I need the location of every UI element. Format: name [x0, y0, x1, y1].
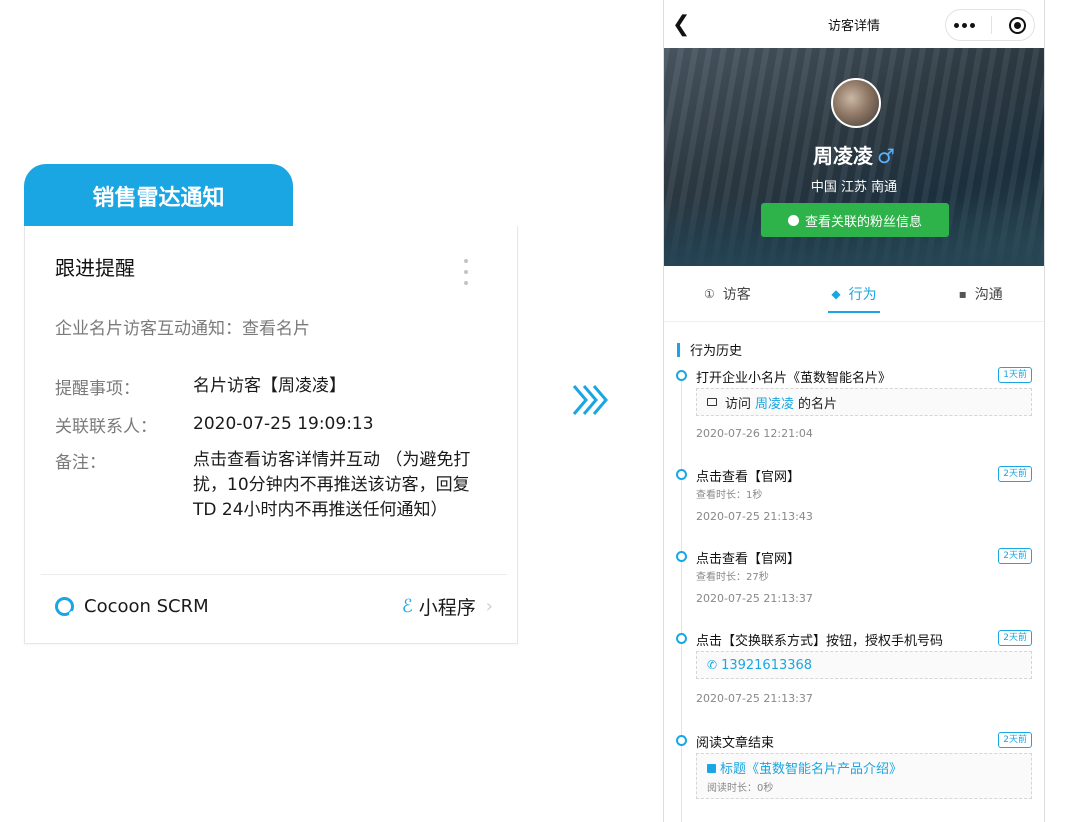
reminder-row: 提醒事项： 名片访客【周凌凌】: [55, 374, 493, 399]
mini-program-label: 小程序: [418, 596, 476, 619]
back-icon[interactable]: ❮: [672, 12, 690, 37]
behavior-history: 行为历史 打开企业小名片《茧数智能名片》 1天前 访问 周凌凌 的名片 2020…: [664, 322, 1044, 822]
contact-value: 2020-07-25 19:09:13: [193, 414, 374, 434]
cocoon-logo-icon: [55, 596, 75, 617]
event-badge: 1天前: [998, 367, 1032, 383]
more-dots-icon[interactable]: [954, 22, 976, 28]
event-title: 打开企业小名片《茧数智能名片》: [696, 371, 892, 386]
brand-name: Cocoon SCRM: [84, 595, 209, 617]
reminder-value: 名片访客【周凌凌】: [193, 376, 346, 396]
visitor-location: 中国 江苏 南通: [810, 180, 898, 195]
tab-communication[interactable]: ▪ 沟通: [917, 266, 1044, 321]
event-badge: 2天前: [998, 732, 1032, 748]
nav-title: 访客详情: [827, 18, 880, 34]
event-badge: 2天前: [998, 548, 1032, 564]
mini-program-icon: ℰ: [401, 595, 413, 617]
event-badge: 2天前: [998, 630, 1032, 646]
card-subtitle: 企业名片访客互动通知：查看名片: [55, 319, 310, 339]
timeline-dot: [676, 551, 687, 562]
card-title: 跟进提醒: [55, 256, 135, 280]
article-box[interactable]: 标题《茧数智能名片产品介绍》 阅读时长：0秒: [696, 753, 1032, 799]
event-time: 2020-07-25 21:13:43: [696, 510, 813, 523]
event-title: 点击查看【官网】: [696, 552, 801, 567]
mini-program-capsule[interactable]: [945, 9, 1035, 41]
chevron-right-icon: ›: [485, 595, 493, 617]
profile-header: 周凌凌 ♂ 中国 江苏 南通 查看关联的粉丝信息: [664, 48, 1044, 266]
read-duration: 阅读时长：0秒: [707, 783, 774, 794]
phone-number[interactable]: 13921613368: [721, 658, 812, 673]
timeline-event[interactable]: 点击查看【官网】 2天前 查看时长：1秒 2020-07-25 21:13:43: [664, 466, 1032, 526]
event-title: 阅读文章结束: [696, 736, 775, 751]
brand: Cocoon SCRM: [55, 596, 209, 617]
card-divider: [41, 574, 507, 575]
event-detail-box[interactable]: 访问 周凌凌 的名片: [696, 388, 1032, 416]
chat-icon: [787, 214, 799, 226]
cube-icon: ◆: [831, 286, 841, 301]
section-title: 行为历史: [677, 340, 742, 359]
visitor-link[interactable]: 周凌凌: [755, 393, 794, 412]
male-icon: ♂: [877, 144, 895, 168]
event-time: 2020-07-25 21:13:37: [696, 592, 813, 605]
card-icon: [707, 398, 717, 406]
tab-visitor[interactable]: ① 访客: [664, 266, 791, 321]
timeline-event[interactable]: 阅读文章结束 2天前 标题《茧数智能名片产品介绍》 阅读时长：0秒: [664, 732, 1032, 812]
article-title[interactable]: 标题《茧数智能名片产品介绍》: [707, 758, 902, 777]
remark-value: 点击查看访客详情并互动 （为避免打扰，10分钟内不再推送该访客，回复TD 24小…: [193, 450, 471, 520]
phone-number-box[interactable]: ✆ 13921613368: [696, 651, 1032, 679]
avatar: [831, 78, 881, 128]
contact-key: 关联联系人：: [55, 417, 157, 437]
timeline-dot: [676, 469, 687, 480]
visitor-name: 周凌凌 ♂: [813, 144, 895, 168]
contact-row: 关联联系人： 2020-07-25 19:09:13: [55, 412, 493, 437]
visitor-icon: ①: [703, 286, 715, 301]
event-title: 点击【交换联系方式】按钮，授权手机号码: [696, 634, 944, 649]
remark-row: 备注： 点击查看访客详情并互动 （为避免打扰，10分钟内不再推送该访客，回复TD…: [55, 448, 493, 523]
notification-tag: 销售雷达通知: [24, 164, 293, 227]
card-footer[interactable]: Cocoon SCRM ℰ 小程序 ›: [55, 590, 493, 622]
chat-bubbles-icon: ▪: [958, 286, 967, 301]
view-fans-button[interactable]: 查看关联的粉丝信息: [761, 203, 949, 237]
timeline-event[interactable]: 点击【交换联系方式】按钮，授权手机号码 2天前 ✆ 13921613368 20…: [664, 630, 1032, 710]
timeline-dot: [676, 633, 687, 644]
remark-key: 备注：: [55, 453, 106, 473]
timeline-event[interactable]: 打开企业小名片《茧数智能名片》 1天前 访问 周凌凌 的名片 2020-07-2…: [664, 367, 1032, 447]
tab-bar: ① 访客 ◆ 行为 ▪ 沟通: [664, 266, 1044, 322]
double-chevron-right-icon: [572, 385, 608, 415]
phone-icon: ✆: [707, 658, 718, 672]
notification-card[interactable]: 跟进提醒 企业名片访客互动通知：查看名片 提醒事项： 名片访客【周凌凌】 关联联…: [24, 226, 518, 644]
tab-behavior[interactable]: ◆ 行为: [791, 266, 918, 321]
timeline-dot: [676, 735, 687, 746]
timeline-dot: [676, 370, 687, 381]
phone-screen: ❮ 访客详情 周凌凌 ♂ 中国 江苏 南通 查看关联的粉丝信息 ① 访客 ◆ 行为…: [663, 0, 1045, 822]
close-target-icon[interactable]: [1008, 16, 1026, 34]
event-duration: 查看时长：1秒: [696, 490, 763, 501]
nav-bar: ❮ 访客详情: [664, 0, 1044, 48]
mini-program-link[interactable]: ℰ 小程序 ›: [402, 593, 493, 620]
timeline-event[interactable]: 点击查看【官网】 2天前 查看时长：27秒 2020-07-25 21:13:3…: [664, 548, 1032, 608]
event-title: 点击查看【官网】: [696, 470, 801, 485]
reminder-key: 提醒事项：: [55, 379, 140, 399]
event-time: 2020-07-25 21:13:37: [696, 692, 813, 705]
event-duration: 查看时长：27秒: [696, 572, 769, 583]
event-time: 2020-07-26 12:21:04: [696, 427, 813, 440]
event-badge: 2天前: [998, 466, 1032, 482]
more-icon[interactable]: [463, 259, 469, 287]
document-icon: [707, 764, 716, 773]
